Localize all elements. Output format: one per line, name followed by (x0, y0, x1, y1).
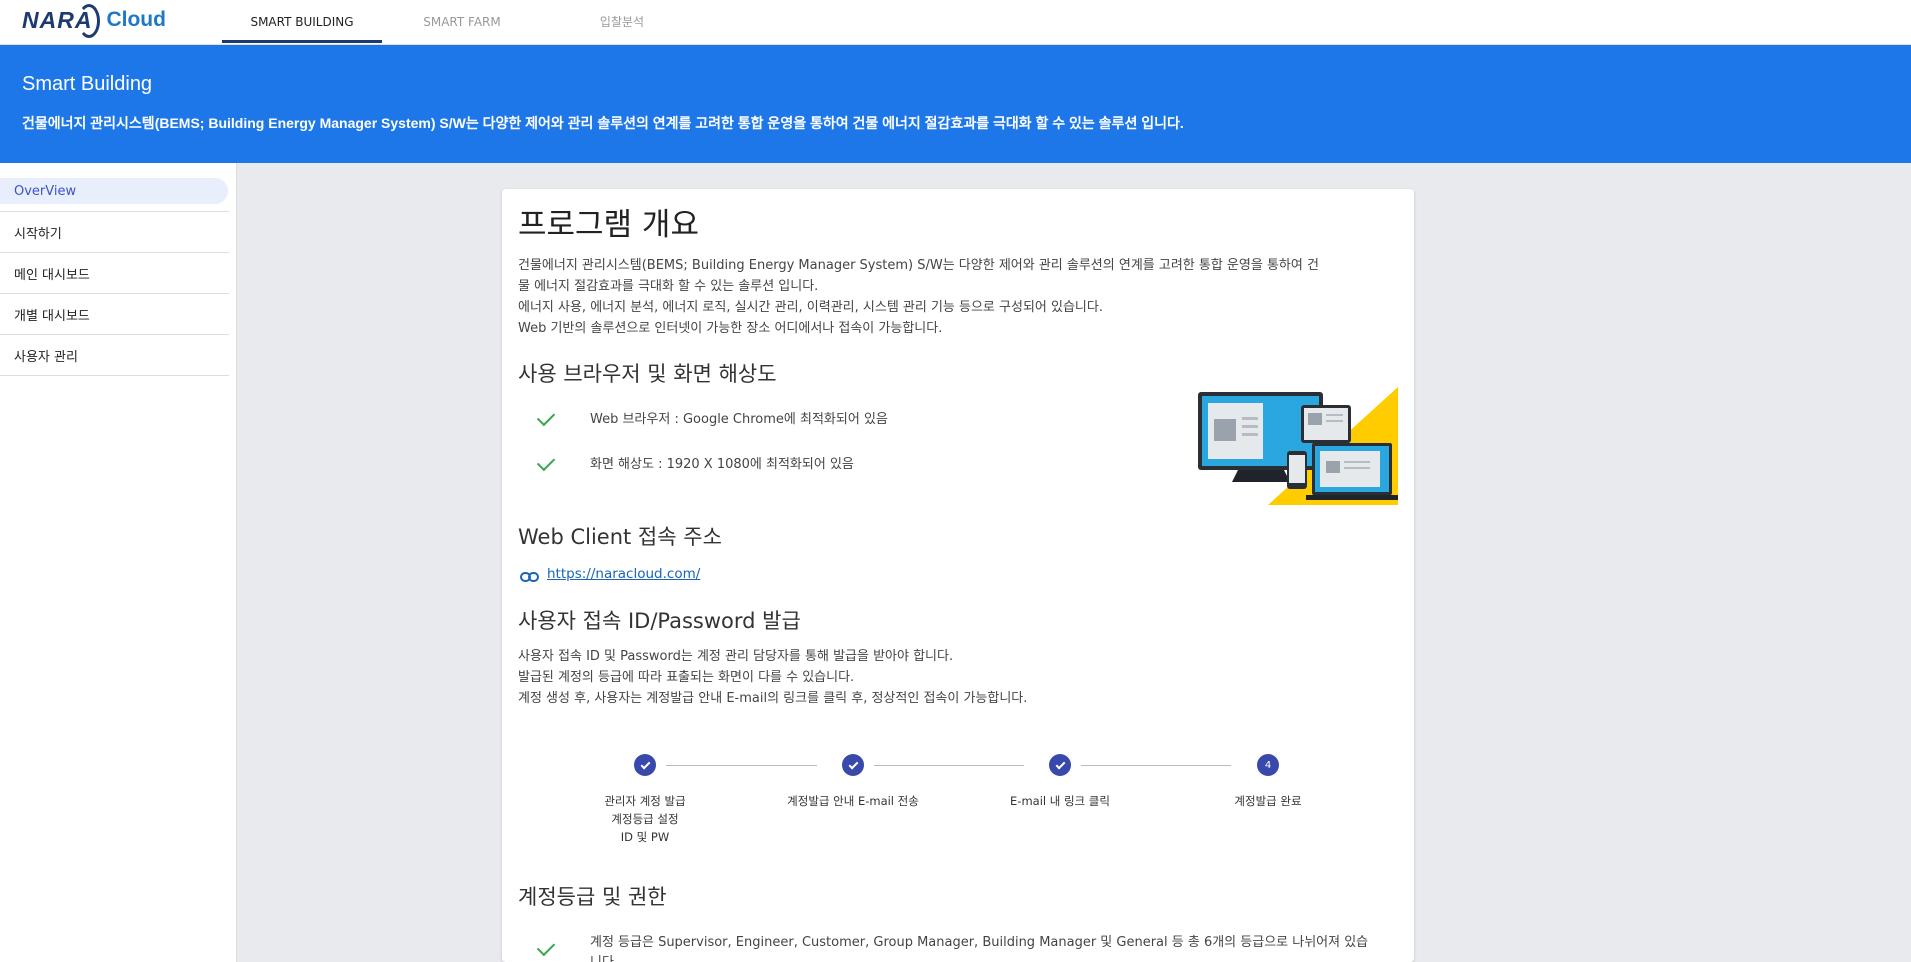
content-card: 프로그램 개요 건물에너지 관리시스템(BEMS; Building Energ… (502, 189, 1414, 962)
tab-smart-building[interactable]: SMART BUILDING (222, 0, 382, 43)
top-navbar: NARA Cloud SMART BUILDING SMART FARM 입찰분… (0, 0, 1911, 45)
grade-section-title: 계정등급 및 권한 (518, 885, 667, 909)
step-4-number: 4 (1257, 754, 1279, 776)
active-tab-indicator (222, 40, 382, 43)
webclient-section-title: Web Client 접속 주소 (518, 525, 722, 549)
check-icon (536, 452, 556, 472)
sidebar-item-getting-started[interactable]: 시작하기 (0, 212, 229, 253)
sidebar-item-individual-dashboard[interactable]: 개별 대시보드 (0, 294, 229, 335)
browser-item-1: Web 브라우저 : Google Chrome에 최적화되어 있음 (590, 412, 888, 427)
account-line-2: 발급된 계정의 등급에 따라 표출되는 화면이 다를 수 있습니다. (518, 670, 855, 685)
hero-title: Smart Building (22, 73, 153, 95)
step-connector (874, 765, 1024, 766)
hero-description: 건물에너지 관리시스템(BEMS; Building Energy Manage… (22, 115, 1184, 131)
step-3-done-icon (1049, 754, 1071, 776)
step-1-label-line: 관리자 계정 발급 (604, 794, 686, 808)
devices-illustration (1198, 387, 1398, 505)
grade-item-line-2: 니다. (590, 951, 618, 962)
sidebar-item-user-management[interactable]: 사용자 관리 (0, 335, 229, 376)
intro-line-4: Web 기반의 솔루션으로 인터넷이 가능한 장소 어디에서나 접속이 가능합니… (518, 321, 943, 336)
webclient-url-link[interactable]: https://naracloud.com/ (547, 566, 700, 582)
logo-arc-icon (78, 4, 101, 38)
step-1-label-line: 계정등급 설정 (611, 812, 679, 826)
account-section-title: 사용자 접속 ID/Password 발급 (518, 609, 801, 633)
intro-line-2: 물 에너지 절감효과를 극대화 할 수 있는 솔루션 입니다. (518, 279, 819, 294)
step-1-label-line: ID 및 PW (620, 830, 670, 844)
intro-line-3: 에너지 사용, 에너지 분석, 에너지 로직, 실시간 관리, 이력관리, 시스… (518, 300, 1103, 315)
step-connector (666, 765, 817, 766)
tab-bid-analysis[interactable]: 입찰분석 (542, 0, 702, 43)
step-3-label: E-mail 내 링크 클릭 (1010, 794, 1110, 808)
sidebar-item-main-dashboard[interactable]: 메인 대시보드 (0, 253, 229, 294)
intro-line-1: 건물에너지 관리시스템(BEMS; Building Energy Manage… (518, 258, 1319, 273)
logo-product-text: Cloud (106, 8, 166, 31)
nara-cloud-logo[interactable]: NARA Cloud (22, 0, 166, 40)
step-1-label: 관리자 계정 발급 계정등급 설정 ID 및 PW (560, 792, 730, 846)
tab-smart-farm[interactable]: SMART FARM (382, 0, 542, 43)
grade-item-line-1: 계정 등급은 Supervisor, Engineer, Customer, G… (590, 935, 1369, 950)
sidebar-item-overview[interactable]: OverView (0, 178, 228, 204)
page-title: 프로그램 개요 (518, 207, 699, 243)
step-2-done-icon (842, 754, 864, 776)
hero-banner: Smart Building 건물에너지 관리시스템(BEMS; Buildin… (0, 45, 1911, 163)
sidebar: OverView 시작하기 메인 대시보드 개별 대시보드 사용자 관리 (0, 163, 237, 962)
check-icon (536, 407, 556, 427)
step-1-done-icon (634, 754, 656, 776)
account-line-3: 계정 생성 후, 사용자는 계정발급 안내 E-mail의 링크를 클릭 후, … (518, 691, 1028, 706)
browser-item-2: 화면 해상도 : 1920 X 1080에 최적화되어 있음 (590, 457, 854, 472)
link-icon (520, 572, 539, 582)
step-connector (1081, 765, 1231, 766)
check-icon (536, 937, 556, 957)
account-line-1: 사용자 접속 ID 및 Password는 계정 관리 담당자를 통해 발급을 … (518, 649, 954, 664)
browser-section-title: 사용 브라우저 및 화면 해상도 (518, 362, 777, 386)
step-4-label: 계정발급 완료 (1234, 794, 1302, 808)
step-2-label: 계정발급 안내 E-mail 전송 (787, 794, 919, 808)
